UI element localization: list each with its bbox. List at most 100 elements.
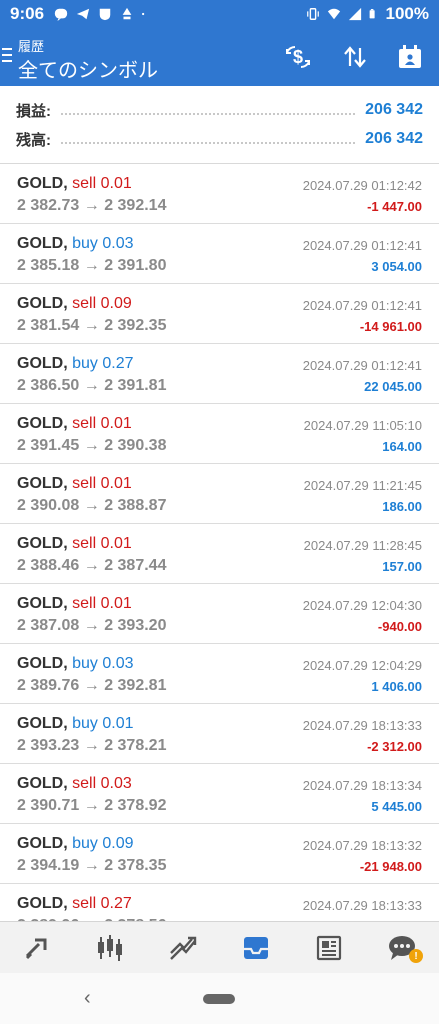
- deal-row[interactable]: GOLD, sell 0.272 389.96 → 2 378.562024.0…: [0, 884, 439, 921]
- deal-symbol: GOLD, sell 0.01: [17, 535, 132, 553]
- app-header: 履歴 全てのシンボル $: [0, 28, 439, 86]
- sort-button[interactable]: [340, 42, 370, 72]
- dotted-leader: [61, 142, 356, 144]
- nav-news[interactable]: [293, 922, 366, 973]
- dot-icon: [142, 12, 145, 16]
- deal-volume: 0.01: [100, 415, 132, 432]
- menu-icon[interactable]: [2, 48, 12, 64]
- deal-row[interactable]: GOLD, buy 0.01 2 393.23 → 2 378.21 2024.07…: [0, 704, 439, 764]
- deal-row[interactable]: GOLD, sell 0.01 2 388.46 → 2 387.44 2024.0…: [0, 524, 439, 584]
- deal-row[interactable]: GOLD, sell 0.01 2 382.73 → 2 392.14 2024.0…: [0, 164, 439, 224]
- deal-profit: -14 961.00: [359, 319, 422, 334]
- deal-profit: 5 445.00: [371, 799, 422, 814]
- header-subtitle: 履歴: [18, 39, 45, 54]
- deal-symbol: GOLD, sell 0.27: [17, 895, 132, 913]
- deal-symbol: GOLD, buy 0.03: [17, 655, 134, 673]
- arrow-right-icon: →: [83, 197, 100, 214]
- telegram-icon: [76, 8, 90, 20]
- deal-symbol: GOLD, sell 0.01: [17, 475, 132, 493]
- arrow-right-icon: →: [83, 677, 100, 694]
- nav-chart[interactable]: [73, 922, 146, 973]
- deal-list[interactable]: GOLD, sell 0.01 2 382.73 → 2 392.14 2024.0…: [0, 164, 439, 921]
- deal-volume: 0.03: [102, 235, 134, 252]
- back-icon[interactable]: ‹: [84, 987, 91, 1010]
- nav-messages[interactable]: !: [366, 922, 439, 973]
- symbol-name: GOLD,: [17, 715, 68, 732]
- open-price: 2 393.23: [17, 737, 80, 754]
- nav-quotes[interactable]: [0, 922, 73, 973]
- deal-time: 2024.07.29 01:12:42: [302, 178, 422, 193]
- deal-side: sell 0.01: [72, 535, 132, 552]
- deal-prices: 2 393.23 → 2 378.21: [17, 737, 166, 755]
- deal-row[interactable]: GOLD, sell 0.01 2 387.08 → 2 393.20 2024.0…: [0, 584, 439, 644]
- nav-trade[interactable]: [146, 922, 219, 973]
- close-price: 2 387.44: [104, 557, 167, 574]
- deal-prices: 2 387.08 → 2 393.20: [17, 617, 166, 635]
- deal-side: buy 0.03: [72, 235, 133, 252]
- deal-row[interactable]: GOLD, buy 0.27 2 386.50 → 2 391.81 2024.07…: [0, 344, 439, 404]
- deal-row[interactable]: GOLD, sell 0.01 2 390.08 → 2 388.87 2024.0…: [0, 464, 439, 524]
- deal-profit: -940.00: [377, 619, 422, 634]
- close-price: 2 378.21: [104, 737, 167, 754]
- arrow-right-icon: →: [83, 317, 100, 334]
- deal-row[interactable]: GOLD, buy 0.03 2 385.18 → 2 391.80 2024.07…: [0, 224, 439, 284]
- deal-side: sell 0.01: [72, 415, 132, 432]
- deal-profit: 3 054.00: [371, 259, 422, 274]
- open-price: 2 382.73: [17, 197, 80, 214]
- close-price: 2 388.87: [104, 497, 167, 514]
- deal-time: 2024.07.29 18:13:32: [302, 838, 422, 853]
- deal-time: 2024.07.29 11:05:10: [303, 418, 422, 433]
- deal-time: 2024.07.29 11:28:45: [303, 538, 422, 553]
- deal-side: buy 0.09: [72, 835, 133, 852]
- deal-row[interactable]: GOLD, buy 0.03 2 389.76 → 2 392.81 2024.07…: [0, 644, 439, 704]
- deal-profit: 22 045.00: [364, 379, 422, 394]
- summary-panel: 損益: 206 342 残高: 206 342: [0, 86, 439, 164]
- deal-row[interactable]: GOLD, sell 0.01 2 391.45 → 2 390.38 2024.0…: [0, 404, 439, 464]
- deposit-withdraw-button[interactable]: $: [283, 42, 313, 72]
- signal-icon: [348, 7, 361, 21]
- symbol-name: GOLD,: [17, 175, 68, 192]
- deal-prices: 2 394.19 → 2 378.35: [17, 857, 166, 875]
- side-type: sell: [72, 295, 97, 312]
- deal-prices: 2 390.71 → 2 378.92: [17, 797, 166, 815]
- chart-icon: [97, 934, 122, 961]
- arrow-right-icon: →: [83, 497, 100, 514]
- home-pill[interactable]: [203, 994, 235, 1004]
- profit-row: 損益: 206 342: [16, 98, 423, 122]
- deal-profit: 186.00: [382, 499, 422, 514]
- deal-volume: 0.01: [100, 475, 132, 492]
- messages-badge: !: [409, 949, 424, 963]
- side-type: sell: [72, 535, 97, 552]
- profit-value: 206 342: [365, 101, 423, 118]
- side-type: buy: [72, 655, 98, 672]
- calendar-icon: [399, 45, 421, 68]
- trade-icon: [170, 936, 197, 960]
- deal-volume: 0.27: [102, 355, 134, 372]
- close-price: 2 392.14: [104, 197, 167, 214]
- deal-time: 2024.07.29 18:13:33: [302, 898, 422, 913]
- deal-row[interactable]: GOLD, sell 0.03 2 390.71 → 2 378.92 2024.0…: [0, 764, 439, 824]
- close-price: 2 392.35: [104, 317, 167, 334]
- close-price: 2 378.92: [104, 797, 167, 814]
- deal-side: sell 0.01: [72, 595, 132, 612]
- open-price: 2 388.46: [17, 557, 80, 574]
- open-price: 2 390.71: [17, 797, 80, 814]
- deal-prices: 2 382.73 → 2 392.14: [17, 197, 166, 215]
- open-price: 2 394.19: [17, 857, 80, 874]
- side-type: buy: [72, 235, 98, 252]
- page-title[interactable]: 全てのシンボル: [18, 54, 158, 83]
- deal-row[interactable]: GOLD, sell 0.09 2 381.54 → 2 392.35 2024.0…: [0, 284, 439, 344]
- close-price: 2 392.81: [104, 677, 167, 694]
- symbol-name: GOLD,: [17, 835, 68, 852]
- deal-time: 2024.07.29 12:04:29: [302, 658, 422, 673]
- side-type: sell: [72, 175, 97, 192]
- open-price: 2 387.08: [17, 617, 80, 634]
- deal-volume: 0.03: [102, 655, 134, 672]
- deal-prices: 2 390.08 → 2 388.87: [17, 497, 166, 515]
- deal-row[interactable]: GOLD, buy 0.09 2 394.19 → 2 378.35 2024.07…: [0, 824, 439, 884]
- deal-profit: 157.00: [382, 559, 422, 574]
- arrow-right-icon: →: [83, 617, 100, 634]
- nav-history[interactable]: [220, 922, 293, 973]
- symbol-name: GOLD,: [17, 295, 68, 312]
- calendar-button[interactable]: [395, 42, 425, 72]
